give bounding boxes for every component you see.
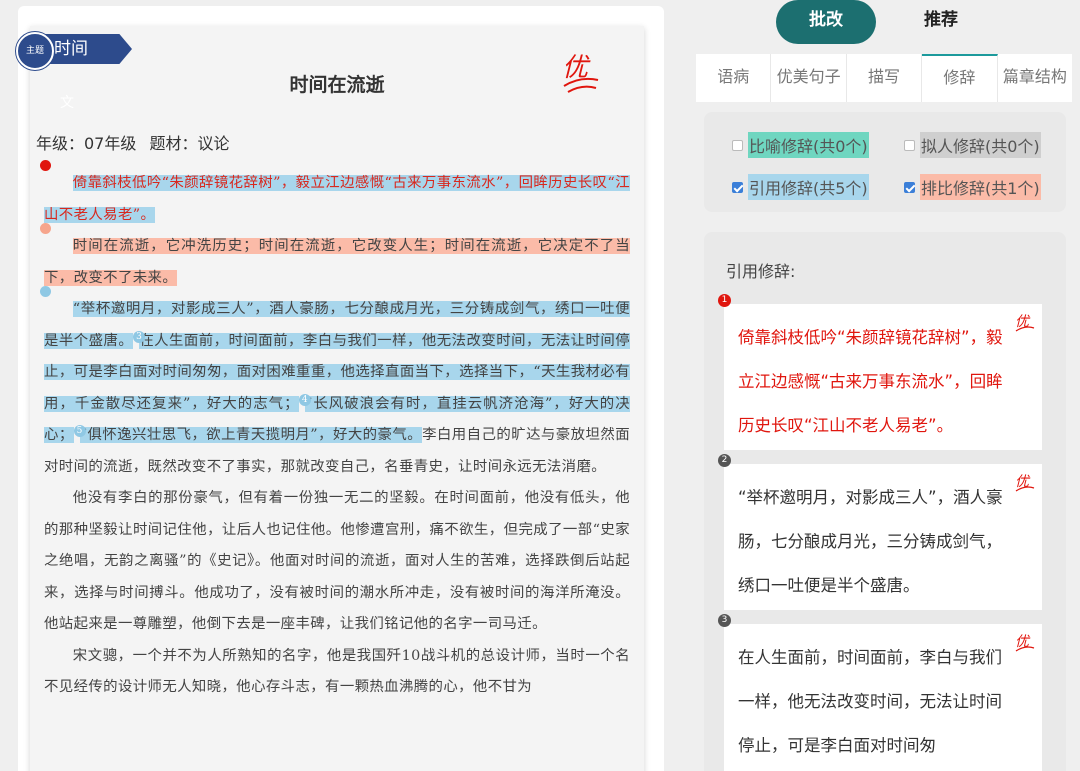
quote-card-1[interactable]: 1 优 倚靠斜枝低吟“朱颜辞镜花辞树”，毅立江边感慨“古来万事东流水”，回眸历史…	[718, 294, 1042, 450]
essay-paragraph-1[interactable]: 倚靠斜枝低吟“朱颜辞镜花辞树”，毅立江边感慨“古来万事东流水”，回眸历史长叹“江…	[40, 160, 630, 231]
metaphor-checkbox[interactable]	[732, 139, 743, 151]
sub-tab-grammar[interactable]: 语病	[696, 54, 772, 102]
theme-badge: 主题	[16, 32, 54, 70]
excellent-stamp-icon: 优	[1015, 314, 1035, 332]
parallel-highlight-1[interactable]: 时间在流逝，它冲洗历史；时间在流逝，它改变人生；时间在流逝，它决定不了当下，改变…	[44, 238, 630, 286]
card-number-1: 1	[718, 294, 731, 307]
essay-meta: 年级：07年级 题材：议论	[36, 130, 237, 154]
excellent-stamp-icon: 优	[1015, 474, 1035, 492]
card-number-2: 2	[718, 454, 731, 467]
tab-correct[interactable]: 批改	[776, 0, 876, 44]
quote-highlight-5[interactable]: “俱怀逸兴壮思飞，欲上青天揽明月”，好大的豪气。	[79, 427, 423, 443]
card-text-3: 在人生面前，时间面前，李白与我们一样，他无法改变时间，无法让时间停止，可是李白面…	[738, 648, 1002, 755]
filter-metaphor[interactable]: 比喻修辞(共0个)	[732, 132, 869, 158]
filter-quotation[interactable]: 引用修辞(共5个)	[732, 174, 869, 200]
filter-personification[interactable]: 拟人修辞(共0个)	[904, 132, 1041, 158]
sub-tab-structure[interactable]: 篇章结构	[998, 54, 1072, 102]
grade-level: 年级：07年级	[36, 134, 137, 153]
quotation-checkbox[interactable]	[732, 181, 743, 193]
sub-tabs: 语病 优美句子 描写 修辞 篇章结构	[696, 54, 1072, 102]
mark-num-5: 5	[73, 425, 86, 437]
rhetoric-result-box: 引用修辞: 1 优 倚靠斜枝低吟“朱颜辞镜花辞树”，毅立江边感慨“古来万事东流水…	[704, 232, 1066, 771]
theme-label: 时间	[42, 34, 132, 64]
sub-tab-description[interactable]: 描写	[847, 54, 923, 102]
filter-parallelism-label: 排比修辞(共1个)	[920, 174, 1041, 200]
filter-parallelism[interactable]: 排比修辞(共1个)	[904, 174, 1041, 200]
essay-paragraph-2[interactable]: 时间在流逝，它冲洗历史；时间在流逝，它改变人生；时间在流逝，它决定不了当下，改变…	[40, 223, 630, 294]
essay-paragraph-5: 宋文骢，一个并不为人所熟知的名字，他是我国歼10战斗机的总设计师，当时一个名不见…	[44, 647, 630, 696]
card-number-3: 3	[718, 614, 731, 627]
quote-card-2[interactable]: 2 优 “举杯邀明月，对影成三人”，酒人豪肠，七分酿成月光，三分铸成剑气，绣口一…	[718, 454, 1042, 610]
top-tabs: 批改 推荐	[696, 0, 1080, 44]
tab-recommend[interactable]: 推荐	[891, 0, 991, 44]
essay-genre: 题材：议论	[149, 134, 230, 153]
rhetoric-filter-box: 比喻修辞(共0个) 拟人修辞(共0个) 引用修辞(共5个) 排比修辞(共1个)	[704, 112, 1066, 212]
card-text-2: “举杯邀明月，对影成三人”，酒人豪肠，七分酿成月光，三分铸成剑气，绣口一吐便是半…	[738, 488, 1003, 595]
result-heading: 引用修辞:	[726, 262, 796, 281]
parallelism-checkbox[interactable]	[904, 181, 915, 193]
mark-num-4: 4	[298, 393, 311, 406]
essay-body: 倚靠斜枝低吟“朱颜辞镜花辞树”，毅立江边感慨“古来万事东流水”，回眸历史长叹“江…	[40, 160, 630, 704]
sub-tab-rhetoric[interactable]: 修辞	[922, 54, 998, 102]
personification-checkbox[interactable]	[904, 139, 915, 151]
filter-metaphor-label: 比喻修辞(共0个)	[748, 132, 869, 158]
mark-dot-2	[40, 286, 51, 297]
filter-quotation-label: 引用修辞(共5个)	[748, 174, 869, 200]
essay-paragraph-3[interactable]: “举杯邀明月，对影成三人”，酒人豪肠，七分酿成月光，三分铸成剑气，绣口一吐便是半…	[40, 286, 630, 483]
card-text-1: 倚靠斜枝低吟“朱颜辞镜花辞树”，毅立江边感慨“古来万事东流水”，回眸历史长叹“江…	[738, 328, 1003, 435]
mark-dot-1	[40, 160, 51, 171]
quote-highlight-1[interactable]: 倚靠斜枝低吟“朱颜辞镜花辞树”，毅立江边感慨“古来万事东流水”，回眸历史长叹“江…	[44, 175, 630, 223]
quote-card-3[interactable]: 3 优 在人生面前，时间面前，李白与我们一样，他无法改变时间，无法让时间停止，可…	[718, 614, 1042, 771]
excellent-stamp-icon: 优	[1015, 634, 1035, 652]
filter-personification-label: 拟人修辞(共0个)	[920, 132, 1041, 158]
sub-tab-good-sentences[interactable]: 优美句子	[771, 54, 847, 102]
essay-paragraph-4: 他没有李白的那份豪气，但有着一份独一无二的坚毅。在时间面前，他没有低头，他的那种…	[44, 490, 630, 632]
mark-dot-parallel	[40, 223, 51, 234]
mark-num-3: 3	[133, 330, 146, 343]
essay-title: 时间在流逝	[289, 74, 385, 96]
